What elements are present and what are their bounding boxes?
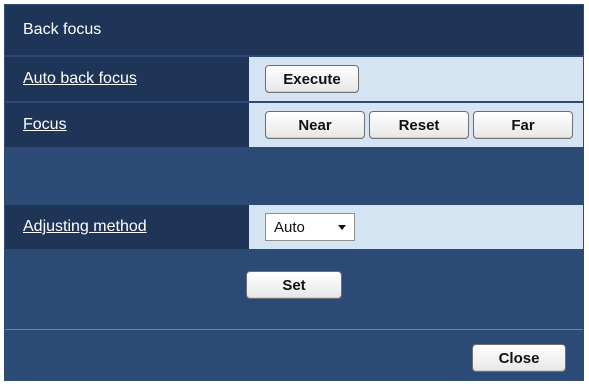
divider [5, 329, 583, 330]
far-button[interactable]: Far [473, 111, 573, 139]
set-button[interactable]: Set [246, 271, 342, 299]
focus-row: Focus Near Reset Far [5, 103, 583, 147]
dialog-title: Back focus [5, 5, 583, 55]
auto-back-focus-link[interactable]: Auto back focus [23, 71, 137, 87]
close-button[interactable]: Close [472, 344, 566, 372]
adjusting-method-select[interactable]: Auto [265, 213, 355, 241]
adjusting-method-value: Auto [274, 218, 305, 236]
auto-back-focus-row: Auto back focus Execute [5, 57, 583, 101]
adjusting-method-control-cell: Auto [249, 205, 583, 249]
near-button[interactable]: Near [265, 111, 365, 139]
focus-control-cell: Near Reset Far [249, 103, 583, 147]
adjusting-method-link[interactable]: Adjusting method [23, 219, 147, 235]
focus-link[interactable]: Focus [23, 117, 67, 133]
adjusting-method-row: Adjusting method Auto [5, 205, 583, 249]
execute-button[interactable]: Execute [265, 65, 359, 93]
reset-button[interactable]: Reset [369, 111, 469, 139]
chevron-down-icon [338, 224, 346, 230]
adjusting-method-label-cell: Adjusting method [5, 205, 249, 249]
set-area: Set [5, 255, 583, 315]
auto-back-focus-control-cell: Execute [249, 57, 583, 101]
auto-back-focus-label-cell: Auto back focus [5, 57, 249, 101]
back-focus-dialog: Back focus Auto back focus Execute Focus… [4, 4, 584, 381]
focus-label-cell: Focus [5, 103, 249, 147]
